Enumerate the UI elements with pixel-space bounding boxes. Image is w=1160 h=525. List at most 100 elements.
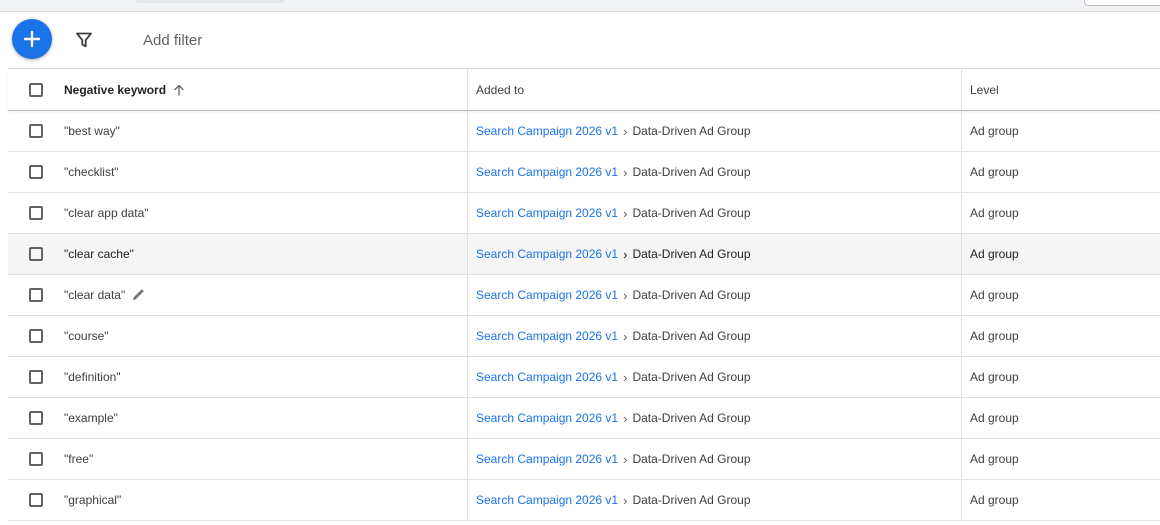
added-to-cell: Search Campaign 2026 v1 › Data-Driven Ad G… xyxy=(467,357,961,397)
table-row[interactable]: "graphical" Search Campaign 2026 v1 › Data-… xyxy=(8,480,1160,521)
added-to-cell: Search Campaign 2026 v1 › Data-Driven Ad G… xyxy=(467,152,961,192)
level-text: Ad group xyxy=(970,288,1019,302)
plus-icon xyxy=(23,30,41,48)
row-select-cell xyxy=(8,480,64,520)
filter-icon[interactable] xyxy=(74,30,94,50)
row-checkbox[interactable] xyxy=(29,288,43,302)
keyword-text: "best way" xyxy=(64,124,120,138)
level-text: Ad group xyxy=(970,452,1019,466)
level-text: Ad group xyxy=(970,411,1019,425)
ad-group-name: Data-Driven Ad Group xyxy=(632,165,751,179)
level-cell: Ad group xyxy=(961,316,1160,356)
breadcrumb-separator: › xyxy=(623,246,628,262)
arrow-up-icon xyxy=(172,83,186,97)
table-toolbar: Add filter xyxy=(0,12,1160,68)
table-row[interactable]: "checklist" Search Campaign 2026 v1 › Data-… xyxy=(8,152,1160,193)
level-cell: Ad group xyxy=(961,193,1160,233)
added-to-cell: Search Campaign 2026 v1 › Data-Driven Ad G… xyxy=(467,439,961,479)
select-all-cell xyxy=(8,69,64,110)
keyword-cell: "free" xyxy=(64,439,466,479)
row-checkbox[interactable] xyxy=(29,165,43,179)
keyword-cell: "best way" xyxy=(64,111,466,151)
campaign-link[interactable]: Search Campaign 2026 v1 xyxy=(476,165,618,179)
keyword-text: "definition" xyxy=(64,370,121,384)
added-to-cell: Search Campaign 2026 v1 › Data-Driven Ad G… xyxy=(467,316,961,356)
row-checkbox[interactable] xyxy=(29,493,43,507)
campaign-link[interactable]: Search Campaign 2026 v1 xyxy=(476,452,618,466)
header-level-label: Level xyxy=(970,82,999,97)
table-row[interactable]: "example" Search Campaign 2026 v1 › Data-Dr… xyxy=(8,398,1160,439)
row-select-cell xyxy=(8,234,64,274)
campaign-link[interactable]: Search Campaign 2026 v1 xyxy=(476,370,618,384)
keyword-text: "example" xyxy=(64,411,118,425)
pencil-icon[interactable] xyxy=(130,287,146,303)
ad-group-name: Data-Driven Ad Group xyxy=(632,493,751,507)
row-select-cell xyxy=(8,111,64,151)
table-row[interactable]: "clear cache" Search Campaign 2026 v1 › Dat… xyxy=(8,234,1160,275)
campaign-link[interactable]: Search Campaign 2026 v1 xyxy=(476,288,618,302)
header-negative-keyword[interactable]: Negative keyword xyxy=(64,69,466,110)
row-checkbox[interactable] xyxy=(29,124,43,138)
campaign-link[interactable]: Search Campaign 2026 v1 xyxy=(476,247,618,261)
campaign-link[interactable]: Search Campaign 2026 v1 xyxy=(476,329,618,343)
row-checkbox[interactable] xyxy=(29,247,43,261)
level-text: Ad group xyxy=(970,247,1019,261)
level-cell: Ad group xyxy=(961,111,1160,151)
row-select-cell xyxy=(8,398,64,438)
breadcrumb-separator: › xyxy=(623,369,628,385)
level-cell: Ad group xyxy=(961,357,1160,397)
added-to-cell: Search Campaign 2026 v1 › Data-Driven Ad G… xyxy=(467,111,961,151)
level-text: Ad group xyxy=(970,493,1019,507)
negative-keywords-table: Negative keyword Added to Level "best wa… xyxy=(8,68,1160,521)
keyword-text: "free" xyxy=(64,452,94,466)
row-checkbox[interactable] xyxy=(29,206,43,220)
keyword-cell: "definition" xyxy=(64,357,466,397)
header-added-to[interactable]: Added to xyxy=(467,69,961,110)
keyword-text: "checklist" xyxy=(64,165,119,179)
breadcrumb-separator: › xyxy=(623,164,628,180)
ad-group-name: Data-Driven Ad Group xyxy=(632,288,751,302)
keyword-cell: "example" xyxy=(64,398,466,438)
row-select-cell xyxy=(8,193,64,233)
header-added-to-label: Added to xyxy=(476,82,525,97)
table-row[interactable]: "definition" Search Campaign 2026 v1 › Data… xyxy=(8,357,1160,398)
keyword-text: "clear cache" xyxy=(64,247,134,261)
table-row[interactable]: "free" Search Campaign 2026 v1 › Data-Drive… xyxy=(8,439,1160,480)
add-filter-button[interactable]: Add filter xyxy=(143,32,202,49)
table-header-row: Negative keyword Added to Level xyxy=(8,68,1160,111)
table-row[interactable]: "clear data" Search Campaign 2026 v1 › Data… xyxy=(8,275,1160,316)
keyword-text: "clear data" xyxy=(64,288,126,302)
keyword-cell: "clear cache" xyxy=(64,234,466,274)
level-text: Ad group xyxy=(970,165,1019,179)
table-row[interactable]: "best way" Search Campaign 2026 v1 › Data-D… xyxy=(8,111,1160,152)
ad-group-name: Data-Driven Ad Group xyxy=(632,247,751,261)
row-checkbox[interactable] xyxy=(29,411,43,425)
campaign-link[interactable]: Search Campaign 2026 v1 xyxy=(476,493,618,507)
breadcrumb-separator: › xyxy=(623,451,628,467)
header-level[interactable]: Level xyxy=(961,69,1160,110)
select-all-checkbox[interactable] xyxy=(29,82,43,97)
campaign-link[interactable]: Search Campaign 2026 v1 xyxy=(476,124,618,138)
ad-group-name: Data-Driven Ad Group xyxy=(632,329,751,343)
top-right-button[interactable] xyxy=(1084,0,1160,6)
row-checkbox[interactable] xyxy=(29,452,43,466)
row-checkbox[interactable] xyxy=(29,370,43,384)
row-checkbox[interactable] xyxy=(29,329,43,343)
keyword-cell: "checklist" xyxy=(64,152,466,192)
top-bar xyxy=(0,0,1160,12)
level-text: Ad group xyxy=(970,206,1019,220)
table-row[interactable]: "course" Search Campaign 2026 v1 › Data-Dri… xyxy=(8,316,1160,357)
keyword-cell: "clear data" xyxy=(64,275,466,315)
campaign-link[interactable]: Search Campaign 2026 v1 xyxy=(476,411,618,425)
added-to-cell: Search Campaign 2026 v1 › Data-Driven Ad G… xyxy=(467,234,961,274)
add-negative-keyword-button[interactable] xyxy=(12,19,52,59)
row-select-cell xyxy=(8,316,64,356)
breadcrumb-separator: › xyxy=(623,287,628,303)
table-row[interactable]: "clear app data" Search Campaign 2026 v1 ›… xyxy=(8,193,1160,234)
breadcrumb-separator: › xyxy=(623,123,628,139)
ad-group-name: Data-Driven Ad Group xyxy=(632,452,751,466)
row-select-cell xyxy=(8,439,64,479)
breadcrumb-separator: › xyxy=(623,328,628,344)
campaign-link[interactable]: Search Campaign 2026 v1 xyxy=(476,206,618,220)
keyword-text: "course" xyxy=(64,329,109,343)
